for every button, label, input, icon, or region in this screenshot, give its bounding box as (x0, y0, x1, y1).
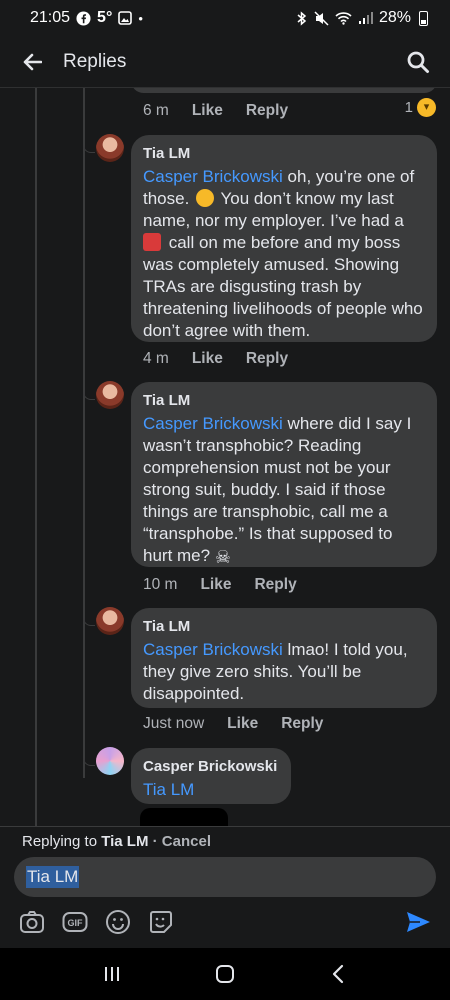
bluetooth-icon (297, 10, 307, 26)
emoji-button[interactable] (104, 908, 132, 936)
mention-link[interactable]: Tia LM (143, 780, 194, 799)
thread-branch (83, 752, 95, 766)
avatar[interactable] (96, 747, 124, 775)
comment-actions: 4 m Like Reply (143, 350, 288, 368)
previous-comment-bubble (131, 88, 437, 93)
comment-thread[interactable]: 6 m Like Reply 1 ▾ Tia LM Casper Brickow… (0, 88, 450, 826)
mention-link[interactable]: Casper Brickowski (143, 414, 283, 433)
haha-reaction-icon: ▾ (417, 98, 436, 117)
status-bar-left: 21:05 5° • (30, 9, 143, 27)
comment-text: Casper Brickowski lmao! I told you, they… (143, 640, 408, 703)
thread-branch (83, 612, 95, 626)
reply-button[interactable]: Reply (254, 576, 296, 594)
send-button[interactable] (404, 908, 432, 936)
facebook-icon (76, 10, 91, 26)
gif-button[interactable]: GIF (61, 908, 89, 936)
search-button[interactable] (404, 48, 432, 76)
send-icon (407, 912, 430, 932)
reply-button[interactable]: Reply (281, 715, 323, 733)
back-button[interactable] (18, 48, 46, 76)
recent-apps-icon (104, 967, 119, 981)
comment-author[interactable]: Tia LM (143, 617, 425, 637)
thread-line-outer (35, 88, 37, 826)
dot-icon: • (138, 10, 143, 26)
thread-branch (83, 139, 95, 153)
page-title: Replies (63, 50, 127, 72)
like-button[interactable]: Like (200, 576, 231, 594)
battery-icon (419, 10, 428, 26)
comment-time: 10 m (143, 576, 178, 593)
comment-text: Casper Brickowski oh, you’re one of thos… (143, 167, 423, 340)
app-header: Replies (0, 36, 450, 88)
comment-actions: 6 m Like Reply (143, 102, 288, 120)
sticker-icon (150, 911, 172, 933)
nav-back-button[interactable] (323, 959, 353, 989)
avatar[interactable] (96, 381, 124, 409)
mention-link[interactable]: Casper Brickowski (143, 167, 283, 186)
thread-line-inner (83, 88, 85, 778)
comment-time: 6 m (143, 102, 169, 119)
like-button[interactable]: Like (227, 715, 258, 733)
cancel-reply-button[interactable]: Cancel (162, 833, 211, 850)
system-nav-bar (0, 948, 450, 1000)
gif-icon: GIF (62, 912, 88, 932)
emoji-icon (106, 910, 130, 934)
status-time: 21:05 (30, 9, 71, 26)
comment-text: Casper Brickowski where did I say I wasn… (143, 414, 412, 567)
laughing-emoji-icon (196, 189, 215, 207)
gallery-icon (118, 11, 133, 25)
comment-input[interactable]: Tia LM (14, 857, 436, 897)
home-button[interactable] (210, 959, 240, 989)
comment-bubble[interactable]: Tia LM Casper Brickowski lmao! I told yo… (131, 608, 437, 708)
avatar[interactable] (96, 134, 124, 162)
comment-author[interactable]: Tia LM (143, 391, 425, 411)
comment-text: Tia LM (143, 779, 279, 801)
back-icon (333, 964, 344, 984)
replying-to-name: Tia LM (101, 833, 149, 850)
signal-icon (358, 12, 373, 24)
camera-icon (20, 911, 44, 933)
status-bar-right: 28% (296, 9, 428, 27)
battery-percent: 28% (378, 9, 411, 26)
comment-bubble[interactable]: Tia LM Casper Brickowski where did I say… (131, 382, 437, 567)
comment-bubble[interactable]: Casper Brickowski Tia LM (131, 748, 291, 804)
comment-author[interactable]: Tia LM (143, 144, 425, 164)
sticker-button[interactable] (147, 908, 175, 936)
reaction-count: 1 (404, 99, 413, 116)
search-icon (407, 51, 429, 73)
train-emoji-icon (143, 233, 161, 251)
svg-text:GIF: GIF (68, 918, 84, 928)
back-arrow-icon (23, 53, 42, 70)
like-button[interactable]: Like (192, 350, 223, 368)
status-temperature: 5° (97, 9, 113, 26)
recent-apps-button[interactable] (97, 959, 127, 989)
mention-link[interactable]: Casper Brickowski (143, 640, 283, 659)
reply-button[interactable]: Reply (246, 350, 288, 368)
skull-emoji-icon: ☠ (214, 547, 231, 567)
comment-time: Just now (143, 715, 205, 732)
replying-to-bar: Replying to Tia LM · Cancel (0, 826, 450, 858)
status-bar: 21:05 5° • 28% (0, 0, 450, 36)
composer-toolbar: GIF (0, 900, 450, 944)
reply-button[interactable]: Reply (246, 102, 288, 120)
avatar[interactable] (96, 607, 124, 635)
reaction-summary[interactable]: 1 ▾ (405, 98, 436, 117)
comment-time: 4 m (143, 350, 169, 367)
comment-bubble[interactable]: Tia LM Casper Brickowski oh, you’re one … (131, 135, 437, 342)
wifi-icon (335, 12, 352, 25)
mute-icon (314, 10, 329, 26)
attachment-preview[interactable] (140, 808, 228, 826)
home-icon (215, 965, 234, 983)
thread-branch (83, 386, 95, 400)
comment-input-value[interactable]: Tia LM (26, 866, 80, 888)
comment-actions: Just now Like Reply (143, 715, 323, 733)
comment-actions: 10 m Like Reply (143, 576, 297, 594)
comment-author[interactable]: Casper Brickowski (143, 757, 279, 777)
camera-button[interactable] (18, 908, 46, 936)
like-button[interactable]: Like (192, 102, 223, 120)
